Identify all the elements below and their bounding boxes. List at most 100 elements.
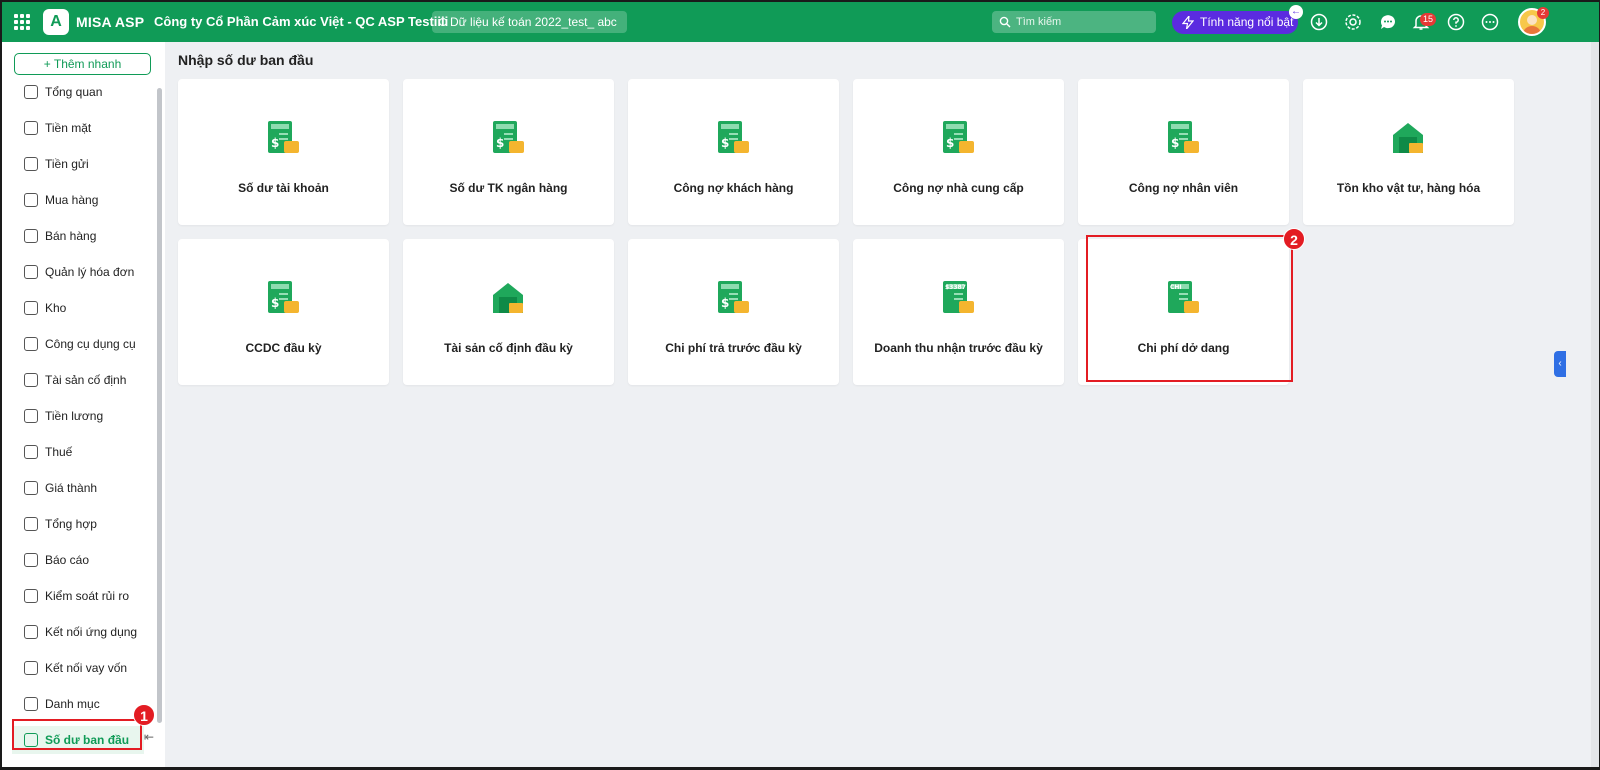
card-icon-text: $ [721, 296, 729, 310]
arrow-left-icon[interactable]: ← [1289, 5, 1303, 19]
more-icon[interactable] [1481, 13, 1499, 31]
sidebar-item[interactable]: Tiền mặt [12, 114, 144, 142]
sidebar-item-label: Tiền lương [45, 409, 104, 423]
misa-logo: A [43, 9, 69, 35]
sidebar-item[interactable]: Tổng hợp [12, 510, 144, 538]
notification-badge: 15 [1420, 13, 1437, 26]
balance-card[interactable]: $ Công nợ nhà cung cấp [853, 79, 1064, 225]
sidebar: + Thêm nhanh Tổng quan Tiền mặt Tiền gửi Mu… [2, 42, 165, 767]
sidebar-item-label: Bán hàng [45, 229, 97, 243]
sidebar-item[interactable]: Tổng quan [12, 78, 144, 106]
cart-icon [24, 229, 38, 243]
card-icon-text: $ [1171, 136, 1179, 150]
card-label: Số dư TK ngân hàng [449, 181, 568, 195]
truck-icon [24, 373, 38, 387]
search-icon [999, 16, 1011, 28]
sidebar-item[interactable]: Mua hàng [12, 186, 144, 214]
featured-features-label: Tính năng nổi bật [1200, 15, 1294, 29]
balance-card[interactable]: $ CCDC đầu kỳ [178, 239, 389, 385]
sidebar-item-label: Quản lý hóa đơn [45, 265, 135, 279]
page-title: Nhập số dư ban đầu [178, 52, 314, 68]
prepaid-expense-icon: $ [718, 281, 749, 313]
balance-card[interactable]: $ Số dư TK ngân hàng [403, 79, 614, 225]
sidebar-item[interactable]: Kết nối ứng dụng [12, 618, 144, 646]
sidebar-item-label: Mua hàng [45, 193, 99, 207]
balance-card[interactable]: $ Chi phí trả trước đầu kỳ [628, 239, 839, 385]
card-label: Doanh thu nhận trước đầu kỳ [874, 341, 1043, 355]
search-placeholder: Tìm kiếm [1016, 16, 1062, 28]
dashboard-icon [24, 85, 38, 99]
tools-icon [24, 337, 38, 351]
highlight-box-step1 [12, 719, 142, 750]
card-icon-text: $ [721, 136, 729, 150]
sidebar-item-label: Kết nối vay vốn [45, 661, 128, 675]
page-scrollbar[interactable] [1591, 42, 1599, 767]
balance-card[interactable]: Tồn kho vật tư, hàng hóa [1303, 79, 1514, 225]
company-name[interactable]: Công ty Cổ Phần Cảm xúc Việt - QC ASP Te… [154, 14, 448, 29]
database-name: Dữ liệu kế toán 2022_test_ abc [450, 15, 617, 29]
apps-grid-icon[interactable] [14, 14, 30, 30]
plus-icon: + [43, 57, 54, 71]
balance-card[interactable]: $ Số dư tài khoản [178, 79, 389, 225]
sidebar-item-label: Báo cáo [45, 553, 90, 567]
featured-features-button[interactable]: Tính năng nổi bật [1172, 11, 1298, 34]
sidebar-item[interactable]: Giá thành [12, 474, 144, 502]
sidebar-item[interactable]: Bán hàng [12, 222, 144, 250]
card-label: Số dư tài khoản [238, 181, 329, 195]
sidebar-item[interactable]: Báo cáo [12, 546, 144, 574]
sidebar-item-label: Kết nối ứng dụng [45, 625, 138, 639]
sidebar-item-label: Kho [45, 301, 67, 315]
customer-debt-icon: $ [718, 121, 749, 153]
sidebar-item-label: Tiền mặt [45, 121, 92, 135]
download-icon[interactable] [1310, 13, 1328, 31]
sidebar-item-label: Kiểm soát rủi ro [45, 589, 130, 603]
lightning-icon [1182, 16, 1194, 29]
sidebar-item[interactable]: Tài sản cố định [12, 366, 144, 394]
card-label: Chi phí trả trước đầu kỳ [665, 341, 802, 355]
sidebar-item[interactable]: Thuế [12, 438, 144, 466]
quick-add-button[interactable]: + Thêm nhanh [14, 53, 151, 75]
collapse-sidebar-icon[interactable]: ⇤ [144, 730, 154, 744]
sidebar-item[interactable]: Tiền lương [12, 402, 144, 430]
sidebar-item-label: Tổng hợp [45, 517, 97, 531]
balance-card[interactable]: Tài sản cố định đầu kỳ [403, 239, 614, 385]
settings-icon[interactable] [1344, 13, 1362, 31]
sidebar-item-label: Tài sản cố định [45, 373, 127, 387]
sidebar-item[interactable]: Danh mục [12, 690, 144, 718]
tax-icon [24, 445, 38, 459]
card-icon-text: $ [271, 136, 279, 150]
plug-icon [24, 625, 38, 639]
salary-icon [24, 409, 38, 423]
balance-card[interactable]: $ Công nợ khách hàng [628, 79, 839, 225]
card-label: Tồn kho vật tư, hàng hóa [1336, 181, 1481, 195]
balance-card[interactable]: $ Công nợ nhân viên [1078, 79, 1289, 225]
card-label: Công nợ khách hàng [673, 181, 794, 195]
sidebar-item[interactable]: Công cụ dụng cụ [12, 330, 144, 358]
report-icon [24, 553, 38, 567]
sidebar-item-label: Thuế [45, 445, 73, 459]
card-label: Công nợ nhà cung cấp [893, 181, 1024, 195]
sidebar-item-label: Giá thành [45, 481, 98, 495]
step-marker-2: 2 [1283, 228, 1305, 250]
balance-card[interactable]: $3387 Doanh thu nhận trước đầu kỳ [853, 239, 1064, 385]
globe-icon [24, 661, 38, 675]
search-input[interactable]: Tìm kiếm [992, 11, 1156, 33]
inventory-icon [1393, 123, 1423, 153]
sidebar-item[interactable]: Kho [12, 294, 144, 322]
supplier-debt-icon: $ [943, 121, 974, 153]
card-label: Công nợ nhân viên [1128, 181, 1239, 195]
sidebar-item[interactable]: Kết nối vay vốn [12, 654, 144, 682]
chat-icon[interactable] [1379, 13, 1397, 31]
avatar-badge: 2 [1537, 7, 1549, 19]
card-icon-text: $ [496, 136, 504, 150]
sidebar-item[interactable]: Quản lý hóa đơn [12, 258, 144, 286]
help-icon[interactable] [1447, 13, 1465, 31]
sidebar-item[interactable]: Tiền gửi [12, 150, 144, 178]
bank-icon [24, 157, 38, 171]
database-selector[interactable]: Dữ liệu kế toán 2022_test_ abc [432, 11, 627, 33]
quick-add-label: Thêm nhanh [53, 57, 122, 71]
sidebar-scrollbar[interactable] [157, 88, 162, 723]
sidebar-item[interactable]: Kiểm soát rủi ro [12, 582, 144, 610]
side-panel-toggle[interactable]: ‹ [1554, 351, 1566, 377]
card-icon-text: $ [946, 136, 954, 150]
